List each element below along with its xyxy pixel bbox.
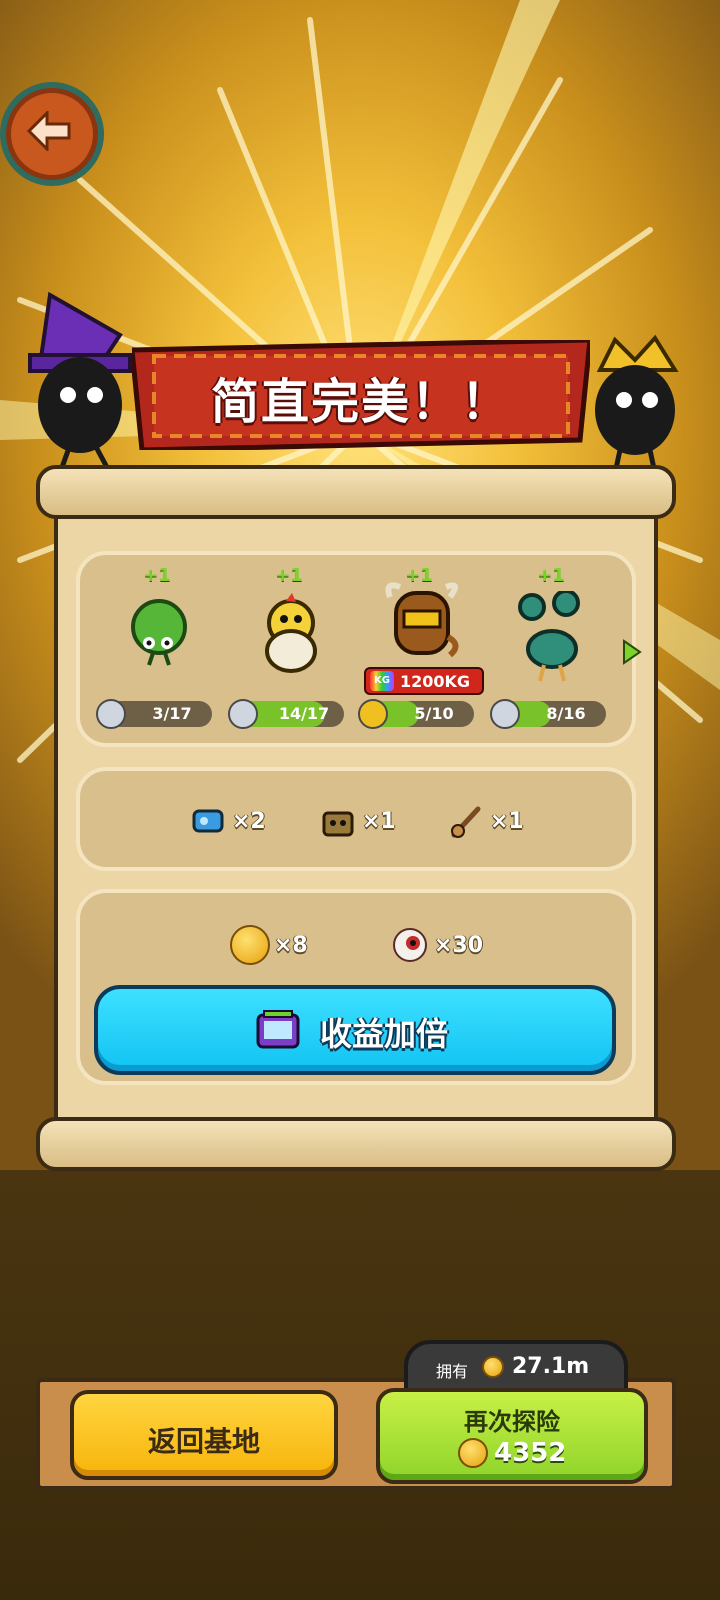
progress-text: 5/10 (414, 704, 454, 723)
weight-badge: KG 1200KG (364, 667, 484, 695)
explore-cost: 4352 (494, 1438, 567, 1468)
monster-plus: +1 (275, 565, 303, 586)
return-base-button[interactable]: 返回基地 (70, 1390, 338, 1480)
back-arrow-icon (27, 111, 71, 151)
coin-icon (458, 1438, 488, 1468)
monster-card[interactable]: +1 3/17 (92, 555, 222, 729)
two-headed-ostrich-icon (518, 591, 580, 682)
double-rewards-button[interactable]: 收益加倍 (94, 985, 616, 1075)
result-banner: 简直完美！！ (129, 337, 593, 453)
progress-text: 3/17 (152, 704, 192, 723)
witch-character (28, 291, 132, 475)
coin-reward: ×8 (230, 925, 308, 965)
scroll-top-rod (36, 465, 676, 519)
back-button[interactable] (6, 88, 98, 180)
coin-icon (230, 925, 270, 965)
monster-card[interactable]: +1 KG 1200KG 5/10 (354, 555, 484, 729)
return-base-label: 返回基地 (147, 1425, 260, 1458)
item-count: ×1 (362, 808, 396, 834)
gold-skull-icon (358, 699, 388, 729)
item-reward: ×1 (446, 801, 524, 841)
explore-again-label: 再次探险 (464, 1408, 560, 1436)
item-reward: ×1 (318, 801, 396, 841)
monster-panel: +1 3/17 +1 14/17 +1 KG 1200KG 5/10 +1 8/… (76, 551, 636, 747)
owned-amount: 27.1m (512, 1354, 590, 1379)
collection-progress: 8/16 (490, 699, 606, 729)
progress-text: 8/16 (546, 704, 586, 723)
items-panel: ×2 ×1 ×1 (76, 767, 636, 871)
double-rewards-label: 收益加倍 (320, 1015, 449, 1053)
cabbage-monster-icon (131, 599, 187, 666)
video-ad-icon (256, 1010, 300, 1049)
owned-label: 拥有 (436, 1362, 469, 1381)
result-scroll: +1 3/17 +1 14/17 +1 KG 1200KG 5/10 +1 8/… (36, 465, 676, 1175)
eyeball-reward: ×30 (390, 925, 483, 965)
collection-progress: 5/10 (358, 699, 474, 729)
skull-icon (228, 699, 258, 729)
slingshot-icon (451, 806, 481, 838)
coin-count: ×8 (274, 932, 308, 958)
chick-egg-monster-icon (265, 593, 317, 673)
scroll-bottom-rod (36, 1117, 676, 1171)
skull-icon (490, 699, 520, 729)
eyeball-count: ×30 (434, 932, 484, 958)
scroll-right-arrow-icon[interactable] (622, 639, 642, 665)
monster-plus: +1 (537, 565, 565, 586)
yak-monster-icon (385, 582, 459, 658)
kg-weight-icon: KG (370, 671, 394, 691)
item-count: ×2 (232, 808, 266, 834)
weight-value: 1200KG (400, 672, 471, 691)
collection-progress: 14/17 (228, 699, 344, 729)
king-character (595, 334, 679, 479)
monster-card[interactable]: +1 8/16 (486, 555, 616, 729)
coin-icon (482, 1356, 504, 1378)
explore-again-button[interactable]: 再次探险 4352 (376, 1388, 648, 1484)
item-count: ×1 (490, 808, 524, 834)
treasure-box-icon (322, 811, 354, 837)
progress-text: 14/17 (278, 704, 330, 723)
eyeball-icon (393, 928, 427, 962)
monster-plus: +1 (143, 565, 171, 586)
collection-progress: 3/17 (96, 699, 212, 729)
monster-card[interactable]: +1 14/17 (224, 555, 354, 729)
item-reward: ×2 (188, 801, 266, 841)
skull-icon (96, 699, 126, 729)
banner-title: 简直完美！！ (210, 374, 511, 430)
blue-machine-icon (192, 809, 224, 833)
